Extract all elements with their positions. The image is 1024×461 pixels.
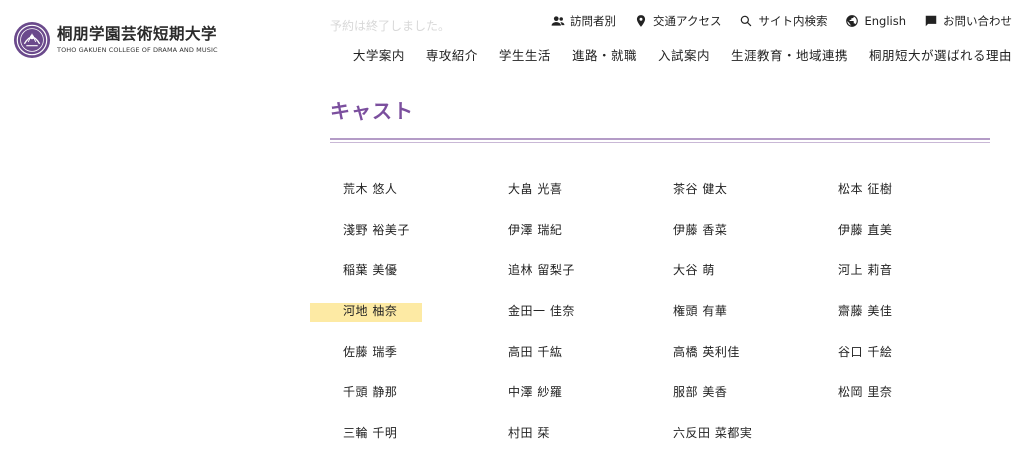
cast-member: 高橋 英利佳 <box>673 344 740 359</box>
heading-divider <box>330 138 990 140</box>
users-icon <box>551 16 565 26</box>
nav-about[interactable]: 大学案内 <box>353 45 405 64</box>
access-link[interactable]: 交通アクセス <box>634 13 721 29</box>
english-link[interactable]: English <box>845 14 906 28</box>
cast-member: 松本 征樹 <box>838 181 893 196</box>
cast-member: 服部 美香 <box>673 385 728 400</box>
cast-member: 高田 千紘 <box>508 344 563 359</box>
logo-subtitle: TOHO GAKUEN COLLEGE OF DRAMA AND MUSIC <box>57 46 218 54</box>
globe-icon <box>846 15 859 27</box>
contact-link[interactable]: お問い合わせ <box>924 13 1012 29</box>
reservation-closed-notice: 予約は終了しました。 <box>330 19 451 33</box>
map-pin-icon <box>636 15 646 27</box>
nav-why-choose[interactable]: 桐朋短大が選ばれる理由 <box>869 45 1012 64</box>
college-seal-icon <box>13 21 51 59</box>
contact-link-label: お問い合わせ <box>943 14 1012 28</box>
cast-member: 金田一 佳奈 <box>508 303 575 318</box>
cast-member: 茶谷 健太 <box>673 181 728 196</box>
cast-member: 齋藤 美佳 <box>838 303 893 318</box>
cast-member: 松岡 里奈 <box>838 385 893 400</box>
cast-member: 三輪 千明 <box>343 425 398 440</box>
chat-icon <box>925 15 937 27</box>
cast-member: 伊藤 香菜 <box>673 222 728 237</box>
cast-heading: キャスト <box>330 99 414 123</box>
cast-member: 千頭 静那 <box>343 385 398 400</box>
cast-row: 稲葉 美優 追林 留梨子 大谷 萌 河上 莉音 <box>343 249 1003 290</box>
site-search-link-label: サイト内検索 <box>758 14 828 28</box>
search-icon <box>741 15 752 27</box>
visitor-link-label: 訪問者別 <box>570 14 617 28</box>
cast-member: 六反田 菜都実 <box>673 425 753 440</box>
cast-row: 三輪 千明 村田 栞 六反田 菜都実 <box>343 412 1003 453</box>
site-logo[interactable]: 桐朋学園芸術短期大学 TOHO GAKUEN COLLEGE OF DRAMA … <box>13 21 218 59</box>
cast-member: 中澤 紗羅 <box>508 385 563 400</box>
cast-member: 伊澤 瑞紀 <box>508 222 563 237</box>
cast-member: 淺野 裕美子 <box>343 222 410 237</box>
cast-row: 淺野 裕美子 伊澤 瑞紀 伊藤 香菜 伊藤 直美 <box>343 209 1003 250</box>
main-nav: 大学案内 専攻紹介 学生生活 進路・就職 入試案内 生涯教育・地域連携 桐朋短大… <box>353 45 1012 64</box>
access-link-label: 交通アクセス <box>653 14 722 28</box>
nav-student-life[interactable]: 学生生活 <box>499 45 551 64</box>
cast-row: 佐藤 瑞季 高田 千紘 高橋 英利佳 谷口 千絵 <box>343 331 1003 372</box>
cast-member: 伊藤 直美 <box>838 222 893 237</box>
cast-row: 荒木 悠人 大畠 光喜 茶谷 健太 松本 征樹 <box>343 168 1003 209</box>
logo-name: 桐朋学園芸術短期大学 <box>57 25 218 43</box>
nav-programs[interactable]: 専攻紹介 <box>426 45 478 64</box>
cast-row: 千頭 静那 中澤 紗羅 服部 美香 松岡 里奈 <box>343 371 1003 412</box>
site-search-link[interactable]: サイト内検索 <box>739 13 827 29</box>
cast-member: 大谷 萌 <box>673 263 715 278</box>
cast-member: 追林 留梨子 <box>508 263 575 278</box>
cast-member: 大畠 光喜 <box>508 181 563 196</box>
visitor-link[interactable]: 訪問者別 <box>551 13 616 29</box>
cast-list: 荒木 悠人 大畠 光喜 茶谷 健太 松本 征樹 淺野 裕美子 伊澤 瑞紀 伊藤 … <box>343 168 1003 453</box>
cast-row: 河地 柚奈 金田一 佳奈 権頭 有華 齋藤 美佳 <box>343 290 1003 331</box>
cast-member: 権頭 有華 <box>673 303 728 318</box>
nav-lifelong-learning[interactable]: 生涯教育・地域連携 <box>731 45 848 64</box>
english-link-label: English <box>864 14 906 28</box>
page: 桐朋学園芸術短期大学 TOHO GAKUEN COLLEGE OF DRAMA … <box>0 0 1024 461</box>
heading-divider-thin <box>330 142 990 143</box>
cast-member: 河地 柚奈 <box>343 303 398 318</box>
cast-member: 荒木 悠人 <box>343 181 398 196</box>
cast-member: 谷口 千絵 <box>838 344 893 359</box>
cast-member: 河上 莉音 <box>838 263 893 278</box>
nav-careers[interactable]: 進路・就職 <box>572 45 637 64</box>
cast-member: 村田 栞 <box>508 425 550 440</box>
cast-member: 稲葉 美優 <box>343 263 398 278</box>
cast-member: 佐藤 瑞季 <box>343 344 398 359</box>
nav-admissions[interactable]: 入試案内 <box>658 45 710 64</box>
utility-links: 訪問者別 交通アクセス サイト内検索 English お問い合わせ <box>551 13 1012 29</box>
